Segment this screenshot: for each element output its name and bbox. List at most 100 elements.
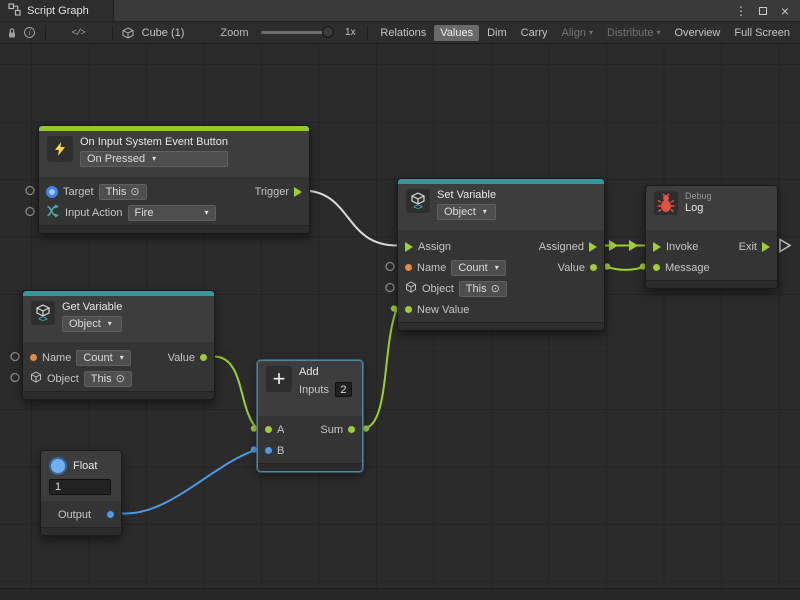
inputs-count-field[interactable]: 2 <box>335 382 352 397</box>
target-this-button[interactable]: This <box>99 184 147 200</box>
node-float[interactable]: Float 1 Output <box>40 450 122 536</box>
variable-name-dropdown[interactable]: Count <box>451 260 505 276</box>
sum-port[interactable] <box>348 426 355 433</box>
chip-value: This <box>106 186 127 198</box>
value-port[interactable] <box>200 354 207 361</box>
toolbar-separator <box>112 26 113 40</box>
input-action-dropdown[interactable]: Fire <box>128 205 216 221</box>
node-footer <box>23 391 214 399</box>
port-row: New Value <box>398 299 604 320</box>
tab-script-graph[interactable]: Script Graph <box>0 0 114 21</box>
graph-canvas[interactable]: On Input System Event Button On Pressed … <box>0 44 800 588</box>
wire-sum-to-newvalue[interactable] <box>363 305 397 431</box>
port-circle-set-name[interactable] <box>386 263 394 271</box>
fullscreen-button[interactable]: Full Screen <box>728 25 796 41</box>
port-row: Name Count Value <box>398 257 604 278</box>
node-title: Float <box>73 460 97 472</box>
port-row: B <box>258 440 362 461</box>
chevron-down-icon <box>117 352 124 364</box>
menu-icon[interactable] <box>732 2 750 20</box>
name-port[interactable] <box>405 264 412 271</box>
wire-float-to-b[interactable] <box>122 446 257 513</box>
invoke-port[interactable] <box>653 242 661 252</box>
name-port[interactable] <box>30 354 37 361</box>
zoom-slider[interactable] <box>261 31 334 34</box>
inputs-label: Inputs <box>299 384 329 396</box>
svg-text:<>: <> <box>38 315 48 323</box>
port-circle-set-object[interactable] <box>386 284 394 292</box>
float-value-field[interactable]: 1 <box>49 479 111 495</box>
chevron-down-icon <box>492 262 499 274</box>
wire-trigger-to-assign[interactable] <box>303 191 397 246</box>
variable-name-dropdown[interactable]: Count <box>76 350 130 366</box>
wire-value-to-message[interactable] <box>604 263 646 270</box>
close-icon[interactable] <box>776 2 794 20</box>
port-row: Object This <box>23 368 214 389</box>
script-graph-icon <box>8 3 21 19</box>
variable-scope-dropdown[interactable]: Object <box>62 316 122 332</box>
chevron-down-icon <box>480 206 487 218</box>
node-set-variable[interactable]: <> Set Variable Object Assign Assigned <box>397 178 605 331</box>
wire-getvalue-to-a[interactable] <box>215 357 257 432</box>
node-footer <box>258 463 362 471</box>
node-title: On Input System Event Button <box>80 136 228 148</box>
chevron-down-icon <box>586 27 593 39</box>
maximize-icon[interactable] <box>754 2 772 20</box>
dim-button[interactable]: Dim <box>481 25 513 41</box>
port-circle-target[interactable] <box>26 187 34 195</box>
dropdown-value: Count <box>83 352 112 364</box>
event-mode-dropdown[interactable]: On Pressed <box>80 151 228 167</box>
graph-target-label[interactable]: Cube (1) <box>138 27 189 39</box>
port-circle-get-object[interactable] <box>11 374 19 382</box>
object-this-button[interactable]: This <box>84 371 132 387</box>
trigger-port-label: Trigger <box>255 186 289 198</box>
node-add[interactable]: Add Inputs 2 A Sum B <box>257 360 363 472</box>
new-value-port-label: New Value <box>417 304 469 316</box>
assign-port[interactable] <box>405 242 413 252</box>
overview-button[interactable]: Overview <box>669 25 727 41</box>
relations-button[interactable]: Relations <box>374 25 432 41</box>
chip-value: This <box>91 373 112 385</box>
assigned-port[interactable] <box>589 242 597 252</box>
bug-icon <box>654 191 678 215</box>
a-port-label: A <box>277 424 284 436</box>
exit-dangling-arrow-icon[interactable] <box>780 240 790 252</box>
a-port[interactable] <box>265 426 272 433</box>
chevron-down-icon <box>105 318 112 330</box>
b-port[interactable] <box>265 447 272 454</box>
sum-port-label: Sum <box>320 424 343 436</box>
info-icon[interactable]: i <box>22 24 38 42</box>
values-button[interactable]: Values <box>434 25 479 41</box>
port-circle-input-action[interactable] <box>26 208 34 216</box>
cube-icon <box>120 24 136 42</box>
node-on-input-system-event-button[interactable]: On Input System Event Button On Pressed … <box>38 125 310 234</box>
wire-assigned-to-invoke[interactable] <box>605 240 645 251</box>
code-view-icon[interactable] <box>70 24 86 42</box>
chevron-down-icon <box>653 27 660 39</box>
port-row: Name Count Value <box>23 347 214 368</box>
node-get-variable[interactable]: <> Get Variable Object Name Count <box>22 290 215 400</box>
new-value-port[interactable] <box>405 306 412 313</box>
node-title: Log <box>685 202 712 214</box>
port-row: Input Action Fire <box>39 202 309 223</box>
carry-button[interactable]: Carry <box>515 25 554 41</box>
lock-icon[interactable] <box>4 24 20 42</box>
message-port[interactable] <box>653 264 660 271</box>
object-cube-icon <box>405 281 417 296</box>
trigger-port[interactable] <box>294 187 302 197</box>
value-port-label: Value <box>168 352 195 364</box>
port-circle-get-name[interactable] <box>11 353 19 361</box>
value-port[interactable] <box>590 264 597 271</box>
dropdown-value: On Pressed <box>87 153 145 165</box>
exit-port[interactable] <box>762 242 770 252</box>
plus-icon <box>266 366 292 392</box>
node-footer <box>646 280 777 288</box>
svg-text:<>: <> <box>413 203 423 211</box>
output-port[interactable] <box>107 511 114 518</box>
node-debug-log[interactable]: Debug Log Invoke Exit Message <box>645 185 778 289</box>
object-this-button[interactable]: This <box>459 281 507 297</box>
node-footer <box>398 322 604 330</box>
zoom-slider-handle[interactable] <box>322 26 334 38</box>
variable-scope-dropdown[interactable]: Object <box>437 204 496 220</box>
node-title: Get Variable <box>62 301 122 313</box>
